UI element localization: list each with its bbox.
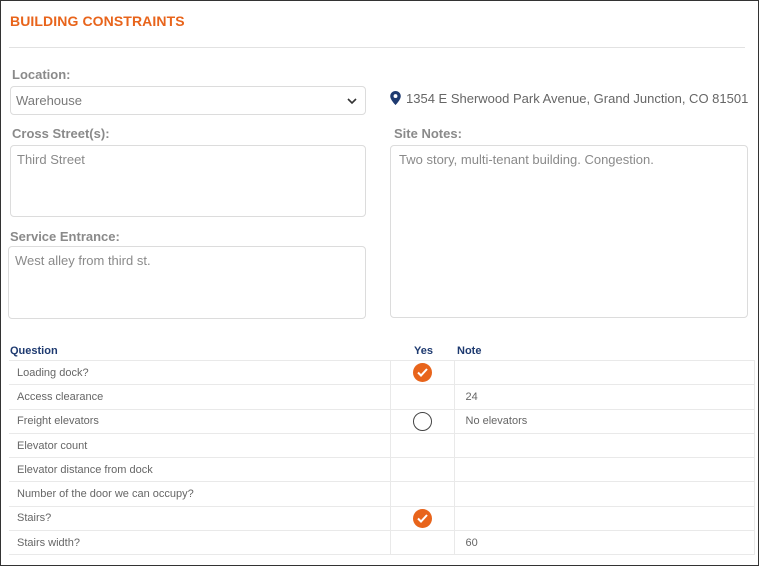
note-cell[interactable]	[454, 457, 755, 483]
note-cell[interactable]	[454, 481, 755, 507]
question-cell: Freight elevators	[9, 408, 390, 434]
cross-streets-field[interactable]: Third Street	[10, 145, 366, 217]
site-notes-field[interactable]: Two story, multi-tenant building. Conges…	[390, 145, 748, 318]
yes-cell	[389, 384, 455, 410]
service-entrance-value: West alley from third st.	[15, 253, 151, 268]
location-label: Location:	[12, 67, 71, 82]
table-row: Elevator distance from dock	[9, 457, 755, 483]
yes-cell	[389, 359, 455, 386]
question-cell: Elevator distance from dock	[9, 457, 390, 483]
constraints-table-body: Loading dock? Access clearance 24 Freight e…	[9, 359, 755, 556]
question-cell: Number of the door we can occupy?	[9, 481, 390, 507]
note-column-header: Note	[457, 345, 482, 357]
question-cell: Access clearance	[9, 384, 390, 410]
title-divider	[9, 47, 745, 48]
site-notes-value: Two story, multi-tenant building. Conges…	[399, 152, 654, 167]
note-cell[interactable]	[454, 359, 755, 386]
location-address: 1354 E Sherwood Park Avenue, Grand Junct…	[390, 91, 748, 106]
note-cell[interactable]: 60	[454, 530, 755, 556]
map-pin-icon	[390, 91, 401, 105]
table-row: Stairs width? 60	[9, 530, 755, 556]
table-row: Elevator count	[9, 432, 755, 459]
check-circle-icon[interactable]	[412, 508, 432, 528]
question-cell: Stairs width?	[9, 530, 390, 556]
question-cell: Stairs?	[9, 505, 390, 532]
table-row: Access clearance 24	[9, 384, 755, 410]
question-cell: Loading dock?	[9, 359, 390, 386]
table-row: Loading dock?	[9, 359, 755, 386]
note-cell[interactable]	[454, 432, 755, 459]
table-row: Number of the door we can occupy?	[9, 481, 755, 507]
location-select[interactable]: Warehouse	[10, 86, 366, 115]
note-cell[interactable]	[454, 505, 755, 532]
question-column-header: Question	[10, 345, 58, 357]
yes-column-header: Yes	[414, 345, 433, 357]
service-entrance-label: Service Entrance:	[10, 229, 120, 244]
chevron-down-icon	[347, 98, 357, 105]
yes-cell	[389, 481, 455, 507]
yes-cell	[389, 432, 455, 459]
empty-circle-icon[interactable]	[412, 411, 432, 431]
yes-cell	[389, 530, 455, 556]
note-cell[interactable]: No elevators	[454, 408, 755, 434]
table-row: Stairs?	[9, 505, 755, 532]
yes-cell	[389, 457, 455, 483]
site-notes-label: Site Notes:	[394, 126, 462, 141]
yes-cell	[389, 505, 455, 532]
constraints-table: Loading dock? Access clearance 24 Freight e…	[9, 359, 755, 556]
question-cell: Elevator count	[9, 432, 390, 459]
address-text: 1354 E Sherwood Park Avenue, Grand Junct…	[406, 91, 749, 106]
cross-streets-value: Third Street	[17, 152, 85, 167]
service-entrance-field[interactable]: West alley from third st.	[8, 246, 366, 319]
check-circle-icon[interactable]	[412, 363, 432, 383]
cross-streets-label: Cross Street(s):	[12, 126, 110, 141]
yes-cell	[389, 408, 455, 434]
building-constraints-panel: BUILDING CONSTRAINTS Location: Warehouse…	[0, 0, 759, 566]
location-selected-value: Warehouse	[16, 93, 82, 108]
note-cell[interactable]: 24	[454, 384, 755, 410]
table-row: Freight elevators No elevators	[9, 408, 755, 434]
section-title: BUILDING CONSTRAINTS	[10, 13, 185, 29]
